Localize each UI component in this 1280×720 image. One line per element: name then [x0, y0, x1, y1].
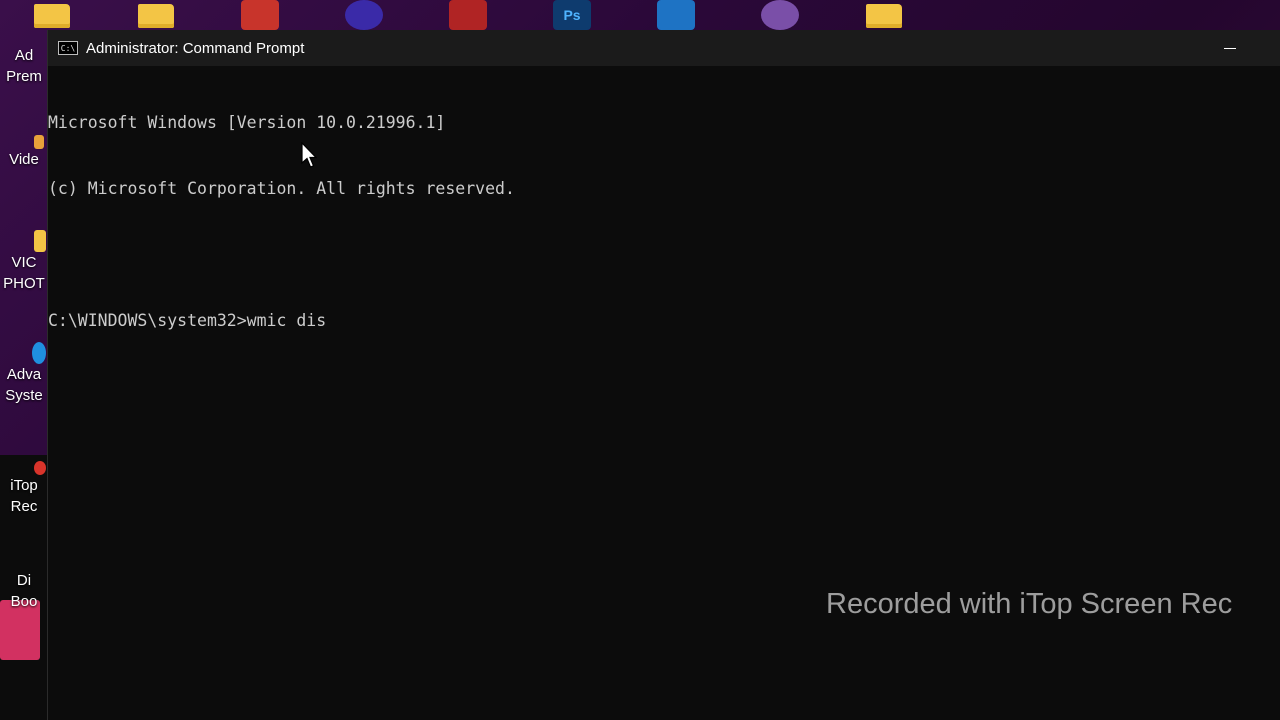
desktop-icon-label: iTop Rec [10, 477, 38, 515]
photoshop-icon[interactable]: Ps [548, 0, 596, 30]
folder-icon[interactable] [28, 0, 76, 28]
mouse-pointer-icon [301, 142, 317, 168]
recorder-icon [34, 461, 46, 475]
folder-icon [34, 230, 46, 252]
desktop-icon-itop-recorder[interactable]: iTop Rec [0, 455, 48, 517]
browser-app-icon[interactable] [340, 0, 388, 30]
app-icon [34, 135, 44, 149]
desktop-icon-driver-booster[interactable]: Di Boo [0, 570, 48, 660]
desktop-icon-label: Adva Syste [5, 366, 43, 404]
console-line: Microsoft Windows [Version 10.0.21996.1] [48, 113, 446, 132]
desktop-icon-label: Vide [9, 151, 39, 168]
desktop-icon-label: Di Boo [10, 572, 38, 610]
desktop-icon-premiere[interactable]: Ad Prem [0, 45, 48, 87]
media-app-icon[interactable] [444, 0, 492, 30]
command-prompt-window[interactable]: C:\ Administrator: Command Prompt Micros… [47, 30, 1280, 720]
desktop-icon-label: Ad Prem [6, 47, 42, 85]
desktop-icon-label: VIC PHOT [3, 254, 45, 292]
window-titlebar[interactable]: C:\ Administrator: Command Prompt [48, 30, 1280, 66]
desktop-dark-region: iTop Rec Di Boo [0, 455, 48, 720]
minimize-button[interactable] [1223, 42, 1237, 54]
console-line: (c) Microsoft Corporation. All rights re… [48, 179, 515, 198]
minimize-icon [1224, 47, 1236, 49]
console-output[interactable]: Microsoft Windows [Version 10.0.21996.1]… [48, 68, 1280, 718]
command-prompt-icon: C:\ [58, 41, 78, 55]
desktop-icon-photos-folder[interactable]: VIC PHOT [0, 230, 48, 294]
desktop-icon-video[interactable]: Vide [0, 135, 48, 170]
window-title: Administrator: Command Prompt [86, 39, 305, 57]
toolbox-app-icon[interactable] [236, 0, 284, 30]
desktop: Ps Ad Prem Vide VIC PHOT Adva Syste iTop… [0, 0, 1280, 720]
console-prompt-line[interactable]: C:\WINDOWS\system32>wmic dis [48, 310, 1280, 332]
desktop-icon-advanced-system[interactable]: Adva Syste [0, 342, 48, 406]
vscode-icon[interactable] [652, 0, 700, 30]
folder-icon[interactable] [132, 0, 180, 28]
app-icon [32, 342, 46, 364]
tor-browser-icon[interactable] [756, 0, 804, 30]
folder-icon[interactable] [860, 0, 908, 28]
photoshop-label: Ps [553, 0, 591, 30]
